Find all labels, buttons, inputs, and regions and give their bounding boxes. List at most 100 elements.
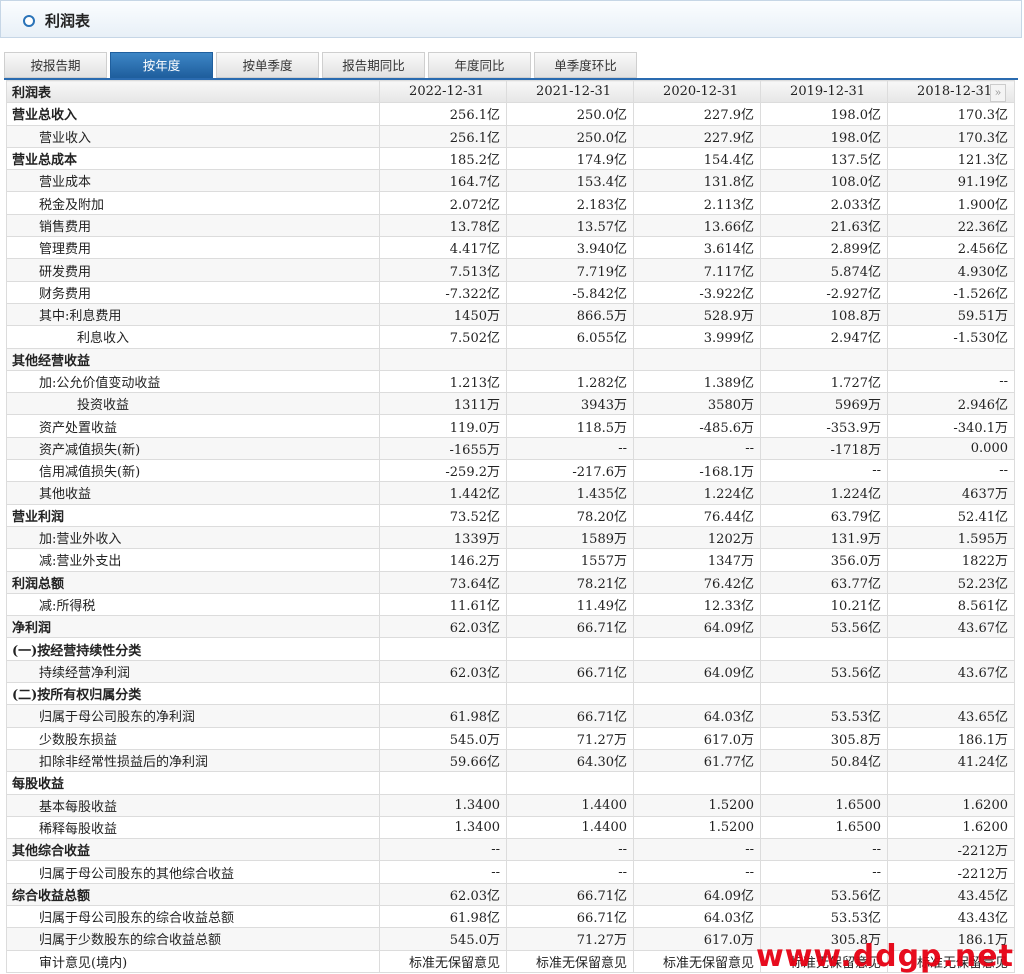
row-label: 营业总成本 <box>6 146 380 171</box>
table-row: 加:营业外收入 1339万 1589万 1202万 131.9万 1.595万 <box>6 525 1015 550</box>
table-cell: 1.5200 <box>633 793 761 817</box>
row-label: 其他经营收益 <box>6 347 380 371</box>
table-cell: 3.999亿 <box>633 325 761 349</box>
table-cell: 7.719亿 <box>506 258 634 282</box>
table-cell: 108.0亿 <box>760 169 888 193</box>
row-label: (二)按所有权归属分类 <box>6 682 380 706</box>
table-cell: -5.842亿 <box>506 280 634 304</box>
col-header[interactable]: 2022-12-31 <box>379 79 507 104</box>
table-row: 减:所得税 11.61亿 11.49亿 12.33亿 10.21亿 8.561亿 <box>6 592 1015 617</box>
table-cell: 4.930亿 <box>887 258 1015 282</box>
row-label: 营业利润 <box>6 503 380 527</box>
table-cell: 1.4400 <box>506 793 634 817</box>
table-cell: 73.64亿 <box>379 570 507 594</box>
table-cell <box>633 771 761 795</box>
table-cell: -- <box>506 860 634 884</box>
col-header-last[interactable]: 2018-12-31 » <box>887 79 1015 104</box>
table-cell: 62.03亿 <box>379 659 507 684</box>
table-cell: 41.24亿 <box>887 748 1015 773</box>
table-cell: 2.113亿 <box>633 191 761 215</box>
table-cell: 305.8万 <box>760 726 888 750</box>
col-header[interactable]: 2021-12-31 <box>506 79 634 104</box>
table-cell: 528.9万 <box>633 302 761 327</box>
col-header[interactable]: 2020-12-31 <box>633 79 761 104</box>
table-row: 持续经营净利润 62.03亿 66.71亿 64.09亿 53.56亿 43.67亿 <box>6 659 1015 684</box>
table-cell: 62.03亿 <box>379 882 507 906</box>
table-cell: 7.513亿 <box>379 258 507 282</box>
table-cell <box>379 347 507 371</box>
tab-5[interactable]: 单季度环比 <box>534 52 637 78</box>
table-row: 研发费用 7.513亿 7.719亿 7.117亿 5.874亿 4.930亿 <box>6 258 1015 282</box>
table-cell: 137.5亿 <box>760 146 888 171</box>
table-cell: 1.224亿 <box>633 481 761 505</box>
table-row: 营业总收入 256.1亿 250.0亿 227.9亿 198.0亿 170.3亿 <box>6 102 1015 126</box>
table-cell: 5969万 <box>760 392 888 416</box>
table-cell: -2212万 <box>887 860 1015 884</box>
tab-4[interactable]: 年度同比 <box>428 52 531 78</box>
table-cell: -168.1万 <box>633 459 761 483</box>
table-cell: 1.6200 <box>887 793 1015 817</box>
table-cell: 13.78亿 <box>379 213 507 238</box>
row-label: 归属于母公司股东的其他综合收益 <box>6 860 380 884</box>
table-cell: 2.456亿 <box>887 236 1015 260</box>
row-label: 归属于母公司股东的净利润 <box>6 704 380 728</box>
table-cell: 3580万 <box>633 392 761 416</box>
col-header[interactable]: 2019-12-31 <box>760 79 888 104</box>
table-cell: 53.56亿 <box>760 882 888 906</box>
table-cell: 617.0万 <box>633 927 761 951</box>
table-cell: 91.19亿 <box>887 169 1015 193</box>
table-cell: 866.5万 <box>506 302 634 327</box>
table-row: 扣除非经常性损益后的净利润 59.66亿 64.30亿 61.77亿 50.84亿 41.… <box>6 748 1015 773</box>
table-row: 财务费用 -7.322亿 -5.842亿 -3.922亿 -2.927亿 -1.526亿 <box>6 280 1015 304</box>
scroll-right-icon[interactable]: » <box>990 84 1006 102</box>
table-row: (一)按经营持续性分类 <box>6 637 1015 661</box>
table-row: 营业成本 164.7亿 153.4亿 131.8亿 108.0亿 91.19亿 <box>6 169 1015 193</box>
table-cell <box>760 682 888 706</box>
table-cell: 73.52亿 <box>379 503 507 527</box>
table-cell: 61.98亿 <box>379 704 507 728</box>
table-row: 营业利润 73.52亿 78.20亿 76.44亿 63.79亿 52.41亿 <box>6 503 1015 527</box>
table-cell: 617.0万 <box>633 726 761 750</box>
row-label: 归属于少数股东的综合收益总额 <box>6 927 380 951</box>
table-cell: 1339万 <box>379 525 507 550</box>
table-cell: 71.27万 <box>506 726 634 750</box>
row-label: 销售费用 <box>6 213 380 238</box>
tab-0[interactable]: 按报告期 <box>4 52 107 78</box>
table-cell: 545.0万 <box>379 927 507 951</box>
table-row: 投资收益 1311万 3943万 3580万 5969万 2.946亿 <box>6 392 1015 416</box>
table-cell: -- <box>633 860 761 884</box>
table-cell: 227.9亿 <box>633 102 761 126</box>
table-cell: 66.71亿 <box>506 659 634 684</box>
table-row: 归属于母公司股东的净利润 61.98亿 66.71亿 64.03亿 53.53亿 43.6… <box>6 704 1015 728</box>
row-label: 信用减值损失(新) <box>6 459 380 483</box>
row-label: 稀释每股收益 <box>6 815 380 840</box>
table-cell: 11.61亿 <box>379 592 507 617</box>
row-label: 减:营业外支出 <box>6 548 380 572</box>
table-cell: 64.09亿 <box>633 659 761 684</box>
table-cell: 198.0亿 <box>760 124 888 148</box>
table-cell: 3943万 <box>506 392 634 416</box>
row-label: 加:公允价值变动收益 <box>6 369 380 394</box>
table-cell: 250.0亿 <box>506 124 634 148</box>
table-row: 稀释每股收益 1.3400 1.4400 1.5200 1.6500 1.6200 <box>6 815 1015 840</box>
table-cell <box>760 347 888 371</box>
table-cell: 50.84亿 <box>760 748 888 773</box>
table-cell: 53.56亿 <box>760 659 888 684</box>
table-cell: 1311万 <box>379 392 507 416</box>
header-label: 利润表 <box>6 79 380 104</box>
table-cell <box>379 771 507 795</box>
table-cell: -3.922亿 <box>633 280 761 304</box>
table-cell <box>506 682 634 706</box>
table-cell: 64.09亿 <box>633 882 761 906</box>
tab-2[interactable]: 按单季度 <box>216 52 319 78</box>
row-label: 其中:利息费用 <box>6 302 380 327</box>
tab-1[interactable]: 按年度 <box>110 52 213 78</box>
table-cell: 12.33亿 <box>633 592 761 617</box>
table-cell: -485.6万 <box>633 414 761 438</box>
table-cell: -1655万 <box>379 436 507 461</box>
table-cell: 1.3400 <box>379 793 507 817</box>
table-cell: 53.56亿 <box>760 615 888 639</box>
row-label: 少数股东损益 <box>6 726 380 750</box>
tab-3[interactable]: 报告期同比 <box>322 52 425 78</box>
table-cell: 121.3亿 <box>887 146 1015 171</box>
